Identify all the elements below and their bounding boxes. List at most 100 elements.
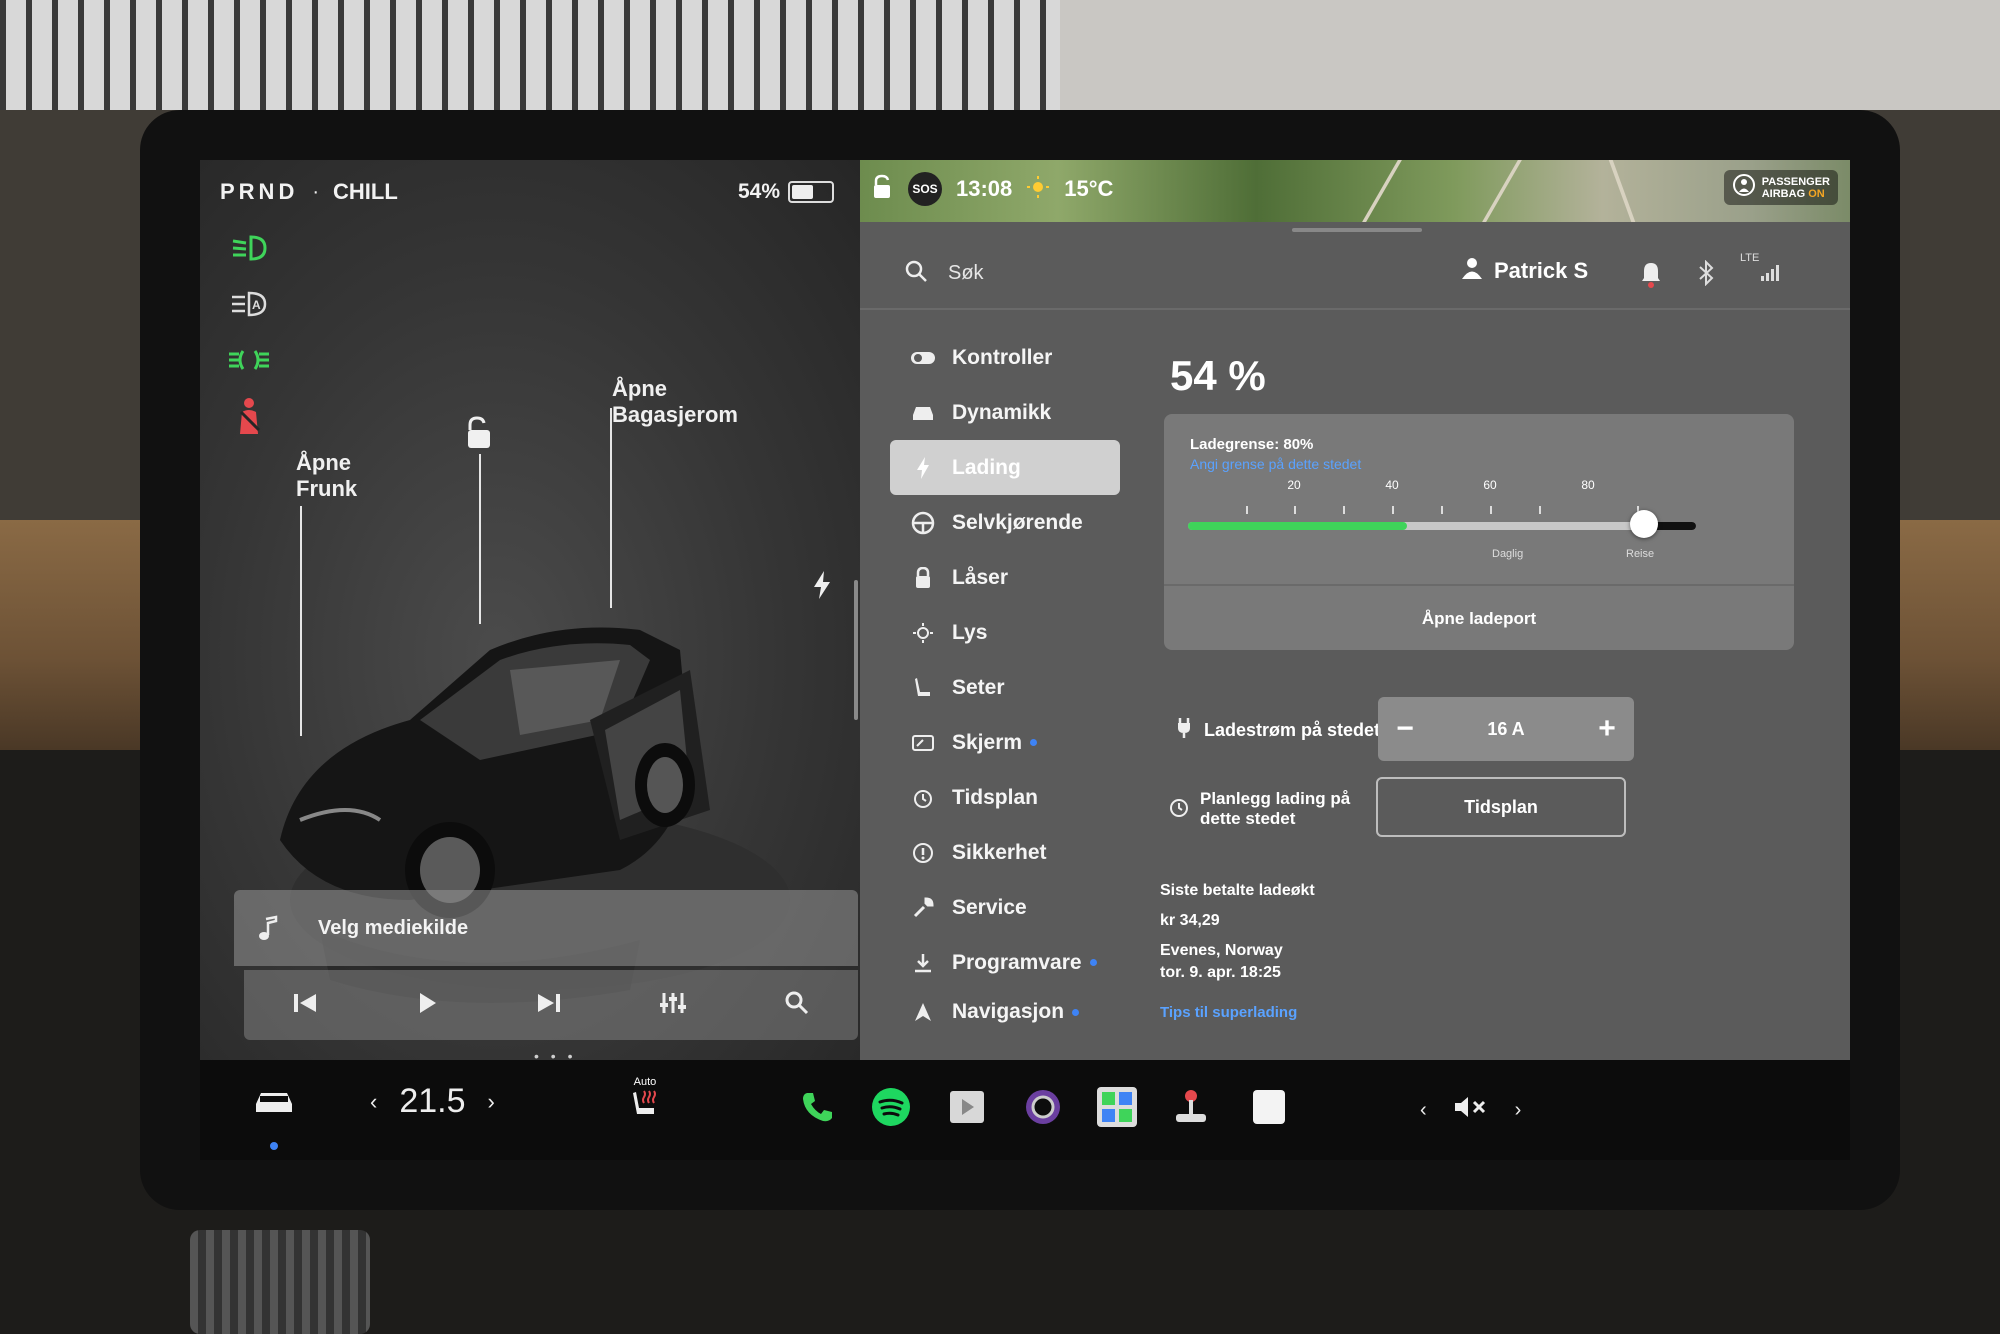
plug-icon bbox=[1176, 717, 1192, 744]
lock-icon bbox=[906, 566, 940, 589]
lightning-icon bbox=[906, 456, 940, 480]
mute-icon[interactable] bbox=[1453, 1094, 1489, 1126]
background-wall-panel bbox=[1060, 0, 2000, 120]
last-session-location: Evenes, Norway bbox=[1160, 942, 1283, 959]
volume-up-button[interactable]: › bbox=[1515, 1099, 1522, 1122]
tick-mark bbox=[1490, 506, 1492, 514]
map-preview[interactable]: SOS 13:08 15°C PASSENGER AIRBAG ON bbox=[860, 160, 1850, 222]
nav-label: Lading bbox=[952, 455, 1021, 479]
charge-limit-thumb[interactable] bbox=[1630, 510, 1659, 538]
nav-item-skjerm[interactable]: Skjerm bbox=[890, 715, 1120, 770]
top-status-icons: SOS 13:08 15°C bbox=[870, 172, 1113, 206]
music-note-icon bbox=[234, 915, 304, 941]
nav-label: Dynamikk bbox=[952, 400, 1052, 424]
climate-temperature-control: ‹ 21.5 › bbox=[370, 1082, 495, 1121]
nav-item-dynamikk[interactable]: Dynamikk bbox=[890, 385, 1120, 440]
nav-label: Selvkjørende bbox=[952, 510, 1083, 534]
bottom-dock: ‹ 21.5 › Auto ‹ › bbox=[200, 1060, 1850, 1160]
car-icon[interactable] bbox=[252, 1088, 296, 1121]
spotify-icon[interactable] bbox=[868, 1084, 914, 1130]
navigation-arrow-icon bbox=[906, 1001, 940, 1023]
schedule-button[interactable]: Tidsplan bbox=[1376, 777, 1626, 837]
last-paid-session: Siste betalte ladeøkt kr 34,29 Evenes, N… bbox=[1160, 880, 1315, 1024]
notification-bell-icon[interactable] bbox=[1640, 260, 1662, 293]
cabin-temperature[interactable]: 21.5 bbox=[399, 1082, 465, 1121]
nav-item-sikkerhet[interactable]: Sikkerhet bbox=[890, 825, 1120, 880]
tick-mark bbox=[1294, 506, 1296, 514]
toggle-icon bbox=[906, 350, 940, 366]
previous-track-icon[interactable] bbox=[292, 992, 318, 1019]
nav-item-tidsplan[interactable]: Tidsplan bbox=[890, 770, 1120, 825]
alarm-clock-icon bbox=[906, 787, 940, 809]
toybox-joystick-icon[interactable] bbox=[1168, 1084, 1214, 1130]
schedule-charging-row: Planlegg lading på dette stedet Tidsplan bbox=[1160, 775, 1800, 845]
nav-item-seter[interactable]: Seter bbox=[890, 660, 1120, 715]
next-track-icon[interactable] bbox=[536, 992, 562, 1019]
theater-icon[interactable] bbox=[944, 1084, 990, 1130]
play-icon[interactable] bbox=[415, 991, 439, 1020]
search-input[interactable] bbox=[946, 260, 1330, 286]
passenger-airbag-status: PASSENGER AIRBAG ON bbox=[1723, 170, 1838, 205]
tick-label-60: 60 bbox=[1483, 478, 1497, 492]
charge-current-label: Ladestrøm på stedet bbox=[1204, 720, 1381, 740]
phone-icon[interactable] bbox=[794, 1084, 840, 1130]
nav-item-laser[interactable]: Låser bbox=[890, 550, 1120, 605]
nav-item-navigasjon[interactable]: Navigasjon bbox=[890, 990, 1120, 1034]
panel-scrollbar[interactable] bbox=[854, 580, 858, 720]
sos-icon[interactable]: SOS bbox=[908, 172, 942, 206]
media-search-icon[interactable] bbox=[784, 990, 810, 1021]
map-drag-handle[interactable] bbox=[1292, 228, 1422, 232]
charge-current-label-group: Ladestrøm på stedet bbox=[1176, 717, 1380, 744]
gear-selector: PRND bbox=[220, 179, 299, 204]
car-panel: PRND · CHILL 54% A Åpne Frunk Åpne Bagas… bbox=[200, 160, 860, 1064]
seat-icon bbox=[906, 676, 940, 700]
alarm-clock-icon bbox=[1168, 796, 1190, 823]
nav-item-service[interactable]: Service bbox=[890, 880, 1120, 935]
decrease-current-button[interactable]: − bbox=[1378, 712, 1432, 746]
seat-heater-button[interactable]: Auto bbox=[630, 1076, 660, 1123]
update-dot bbox=[1089, 959, 1097, 966]
open-frunk-button[interactable]: Åpne Frunk bbox=[296, 450, 357, 502]
airbag-line2: AIRBAG bbox=[1761, 187, 1806, 200]
lock-status-icon bbox=[870, 174, 894, 205]
profile-button[interactable]: Patrick S bbox=[1460, 256, 1588, 286]
nav-label: Programvare bbox=[952, 950, 1082, 974]
nav-item-lading[interactable]: Lading bbox=[890, 440, 1120, 495]
nav-label: Lys bbox=[952, 620, 988, 644]
volume-down-button[interactable]: ‹ bbox=[1420, 1099, 1427, 1122]
nav-item-selvkjorende[interactable]: Selvkjørende bbox=[890, 495, 1120, 550]
camera-app-icon[interactable] bbox=[1020, 1084, 1066, 1130]
open-charge-port-button[interactable]: Åpne ladeport bbox=[1164, 584, 1794, 652]
settings-nav: Kontroller Dynamikk Lading Selvkjørende … bbox=[890, 330, 1120, 1034]
nav-item-programvare[interactable]: Programvare bbox=[890, 935, 1120, 990]
seat-heater-icon bbox=[633, 1090, 656, 1114]
set-limit-here-link[interactable]: Angi grense på dette stedet bbox=[1190, 456, 1361, 472]
equalizer-icon[interactable] bbox=[659, 991, 687, 1020]
light-icon bbox=[906, 622, 940, 644]
media-source-selector[interactable]: Velg mediekilde bbox=[234, 890, 858, 966]
calendar-icon[interactable] bbox=[1246, 1084, 1292, 1130]
display-icon bbox=[906, 734, 940, 752]
lte-signal-label: LTE bbox=[1740, 252, 1760, 264]
app-launcher-icon[interactable] bbox=[1094, 1084, 1140, 1130]
unlock-icon[interactable] bbox=[462, 416, 496, 457]
increase-current-button[interactable]: + bbox=[1580, 712, 1634, 746]
open-trunk-button[interactable]: Åpne Bagasjerom bbox=[612, 376, 738, 428]
nav-item-lys[interactable]: Lys bbox=[890, 605, 1120, 660]
supercharging-tips-link[interactable]: Tips til superlading bbox=[1160, 1002, 1315, 1024]
nav-item-kontroller[interactable]: Kontroller bbox=[890, 330, 1120, 385]
nav-label: Seter bbox=[952, 675, 1005, 699]
temp-decrease-button[interactable]: ‹ bbox=[370, 1089, 377, 1115]
nav-label: Sikkerhet bbox=[952, 840, 1047, 864]
low-beam-icon bbox=[224, 228, 274, 268]
car-icon bbox=[906, 403, 940, 423]
bluetooth-icon[interactable] bbox=[1698, 259, 1714, 291]
download-icon bbox=[906, 952, 940, 974]
temp-increase-button[interactable]: › bbox=[488, 1089, 495, 1115]
volume-control: ‹ › bbox=[1420, 1094, 1521, 1126]
seatbelt-warning-icon bbox=[224, 396, 274, 436]
tick-mark bbox=[1343, 506, 1345, 514]
charge-limit-slider[interactable] bbox=[1188, 522, 1696, 530]
charge-current-value: 16 A bbox=[1487, 718, 1525, 739]
svg-text:A: A bbox=[252, 298, 261, 312]
